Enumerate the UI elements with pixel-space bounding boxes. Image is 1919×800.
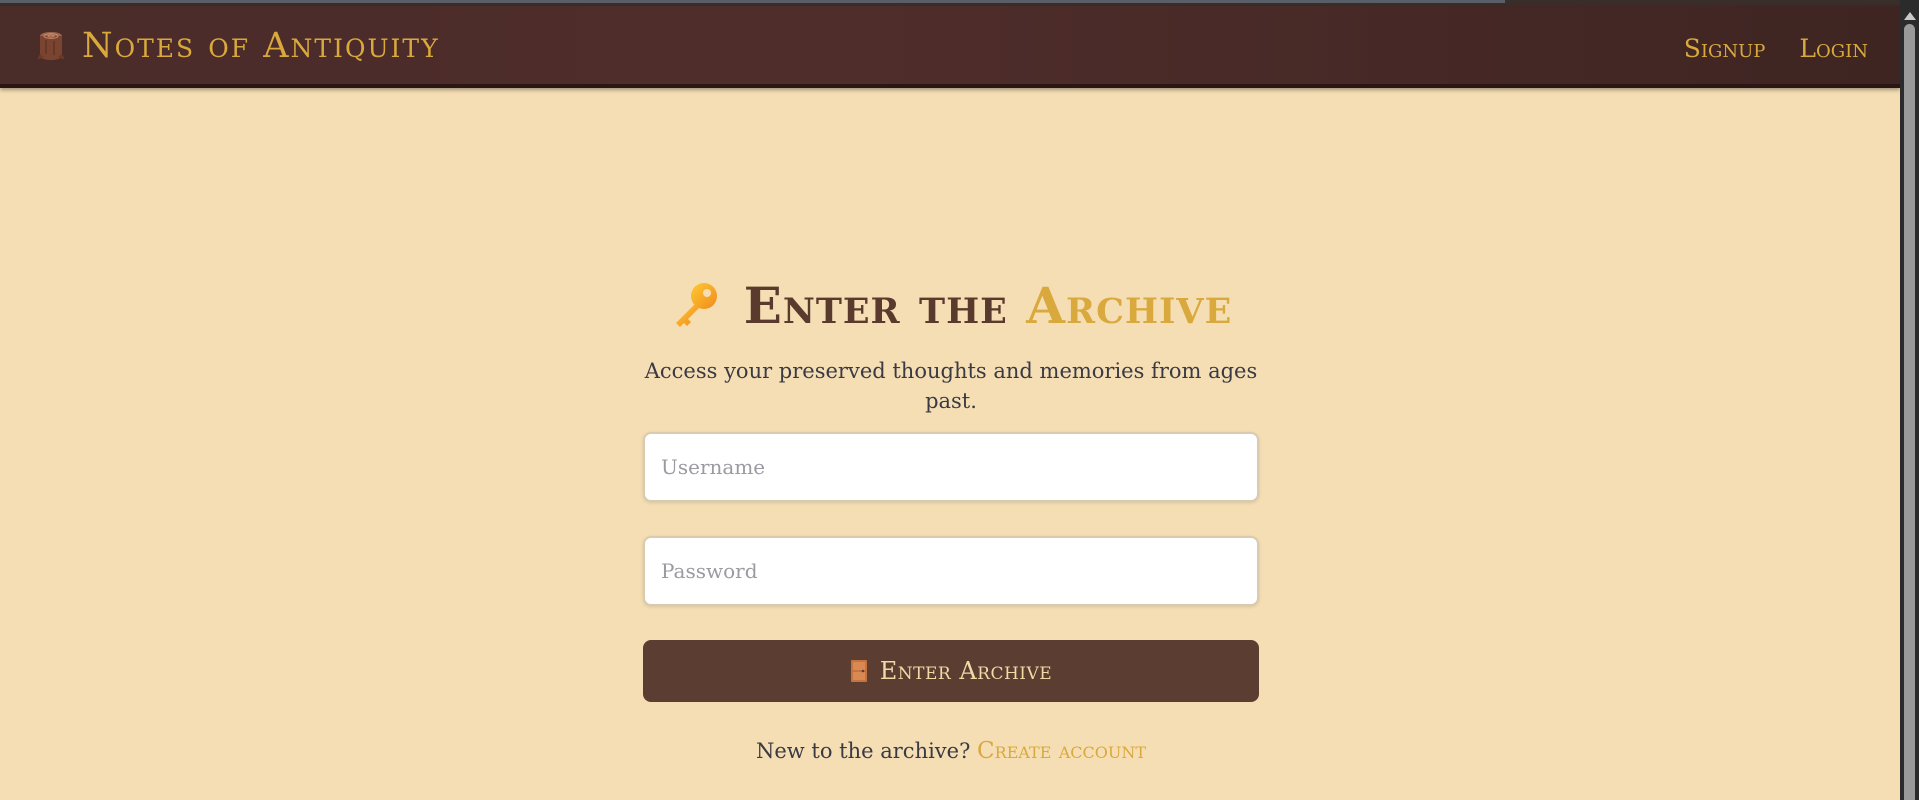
tree-stump-icon: [37, 30, 65, 62]
key-icon: [670, 279, 722, 331]
create-account-link[interactable]: Create account: [977, 738, 1146, 764]
page-title: Enter the Archive: [643, 270, 1259, 340]
nav-link-signup[interactable]: Signup: [1684, 34, 1766, 63]
navbar: Notes of Antiquity Signup Login: [0, 6, 1900, 88]
door-icon: [850, 659, 868, 683]
enter-archive-button[interactable]: Enter Archive: [643, 640, 1259, 702]
nav-links: Signup Login: [1684, 28, 1868, 68]
login-panel: Enter the Archive Access your preserved …: [643, 270, 1259, 766]
title-main: Enter the: [743, 275, 1027, 335]
password-input[interactable]: [643, 536, 1259, 606]
username-input[interactable]: [643, 432, 1259, 502]
scrollbar[interactable]: [1900, 0, 1919, 800]
scroll-up-arrow-icon[interactable]: [1904, 12, 1916, 20]
brand[interactable]: Notes of Antiquity: [37, 24, 440, 68]
brand-title: Notes of Antiquity: [82, 26, 440, 66]
nav-link-login[interactable]: Login: [1799, 34, 1868, 63]
enter-archive-label: Enter Archive: [879, 657, 1053, 685]
scroll-thumb[interactable]: [1904, 24, 1915, 800]
signup-prompt-text: New to the archive?: [755, 739, 978, 763]
signup-prompt: New to the archive? Create account: [643, 736, 1259, 766]
window-top-edge-segment: [0, 0, 1505, 3]
title-accent: Archive: [1026, 275, 1233, 335]
subtitle: Access your preserved thoughts and memor…: [644, 359, 1258, 413]
